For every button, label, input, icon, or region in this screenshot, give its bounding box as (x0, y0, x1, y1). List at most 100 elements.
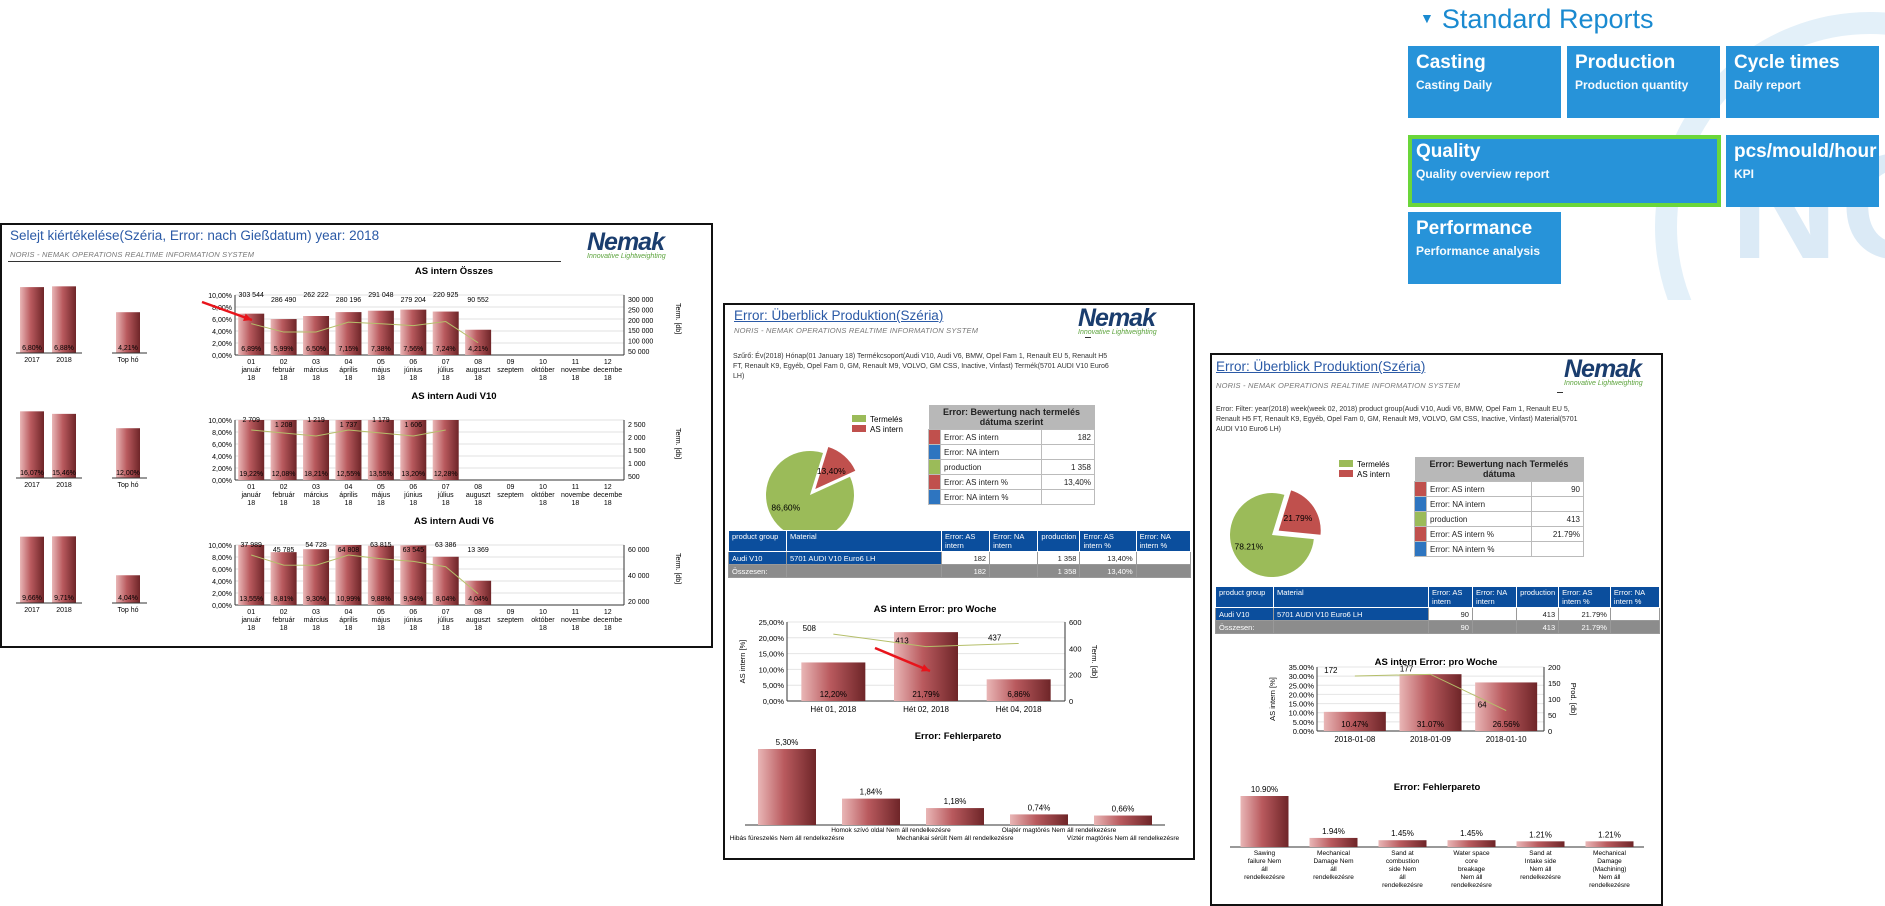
month-value-label: 12,08% (272, 471, 296, 478)
pareto-value-label: 0,66% (1112, 805, 1135, 814)
tile-pcs-mould-hour[interactable]: pcs/mould/hour KPI (1726, 135, 1879, 207)
tile-subtitle: KPI (1734, 167, 1755, 181)
week-category-label: Hét 01, 2018 (810, 705, 856, 714)
month-label: 18 (442, 500, 450, 507)
month-value-label: 4,04% (468, 596, 488, 603)
y-tick-label: 4,00% (212, 579, 232, 586)
tile-production[interactable]: Production Production quantity (1567, 46, 1720, 118)
month-label: 03 (312, 359, 320, 366)
month-label: 08 (474, 359, 482, 366)
month-label: 07 (442, 609, 450, 616)
summary-value-label: 16,07% (20, 470, 44, 477)
month-label: 18 (539, 500, 547, 507)
y-tick-label: 5.00% (1293, 718, 1315, 727)
month-label: szeptem (497, 617, 524, 624)
weekly-chart: AS intern Error: pro Woche 25,00% 20,00% 15… (738, 604, 1099, 714)
report-title[interactable]: Error: Überblick Produktion(Széria) (734, 308, 943, 323)
standard-reports-header[interactable]: ▼ Standard Reports (1420, 4, 1653, 35)
y2-tick-label: 200 (1548, 663, 1561, 672)
month-label: 08 (474, 484, 482, 491)
week-category-label: Hét 02, 2018 (903, 705, 949, 714)
month-label: decembe (593, 492, 622, 499)
month-label: novembe (561, 367, 590, 374)
breakdown-value: 21.79% (1531, 526, 1584, 542)
month-label: 18 (377, 375, 385, 382)
table-cell (1471, 620, 1518, 634)
breakdown-label: Error: NA intern (940, 444, 1042, 460)
breakdown-label: Error: AS intern (940, 429, 1042, 445)
pareto-bar (758, 749, 816, 825)
month-label: július (437, 617, 454, 624)
breakdown-value: 90 (1531, 481, 1584, 497)
logo-name: Nemak (587, 228, 665, 256)
month-value-label: 7,15% (339, 346, 359, 353)
month-value-label: 6,89% (241, 346, 261, 353)
summary-category-label: 2017 (24, 357, 40, 364)
y2-tick-label: 50 000 (628, 349, 650, 356)
tile-subtitle: Performance analysis (1416, 244, 1541, 258)
production-value-label: 63 545 (403, 547, 425, 554)
pareto-value-label: 1,18% (944, 797, 967, 806)
week-category-label: 2018-01-09 (1410, 735, 1451, 744)
y-tick-label: 15.00% (1289, 700, 1315, 709)
month-label: 18 (539, 625, 547, 632)
y-tick-label: 10,00% (208, 543, 232, 550)
y2-tick-label: 300 000 (628, 297, 653, 304)
color-swatch (1414, 511, 1427, 527)
y2-tick-label: 60 000 (628, 547, 650, 554)
month-label: 01 (247, 609, 255, 616)
table-row[interactable]: Audi V10 5701 AUDI V10 Euro6 LH 90 413 2… (1215, 607, 1661, 621)
pareto-category-label: Intake side (1525, 858, 1557, 865)
pareto-category-label: rendelkezésre (1451, 882, 1492, 889)
month-label: 18 (312, 375, 320, 382)
pareto-chart: Error: Fehlerpareto 10.90% Sawingfailure N… (1230, 782, 1644, 889)
month-value-label: 9,30% (306, 596, 326, 603)
month-label: 18 (345, 625, 353, 632)
month-label: 18 (604, 500, 612, 507)
color-swatch (928, 459, 941, 475)
pareto-category-label: Nem áll (1598, 874, 1621, 881)
month-value-label: 7,24% (436, 346, 456, 353)
y-tick-label: 2,00% (212, 591, 232, 598)
tile-casting[interactable]: Casting Casting Daily (1408, 46, 1561, 118)
breakdown-value (1531, 496, 1584, 512)
pareto-category-label: Homok szívó oldal Nem áll rendelkezésre (831, 827, 951, 834)
month-label: novembe (561, 617, 590, 624)
chart-title: AS intern Error: pro Woche (874, 604, 997, 615)
pareto-category-label: Víztér magtörés Nem áll rendelkezésre (1067, 835, 1180, 842)
y2-tick-label: 150 000 (628, 328, 653, 335)
pareto-category-label: áll (1261, 866, 1268, 873)
table-cell (989, 564, 1039, 578)
week-value-label: 6,86% (1007, 690, 1030, 699)
chart-title: AS intern Error: pro Woche (1375, 657, 1498, 668)
tile-quality[interactable]: Quality Quality overview report (1408, 135, 1721, 207)
tile-cycle-times[interactable]: Cycle times Daily report (1726, 46, 1879, 118)
week-category-label: Hét 04, 2018 (996, 705, 1042, 714)
table-cell: 413 (1516, 607, 1560, 621)
month-label: 05 (377, 609, 385, 616)
pie-label: 13,40% (817, 466, 846, 476)
table-row[interactable]: Audi V10 5701 AUDI V10 Euro6 LH 182 1 35… (728, 551, 1192, 565)
pareto-bar (1378, 840, 1427, 847)
report-title[interactable]: Error: Überblick Produktion(Széria) (1216, 359, 1425, 374)
month-label: március (304, 617, 329, 624)
pareto-category-label: Sand at (1391, 850, 1414, 857)
breakdown-value (1040, 489, 1096, 505)
col-header: Error: NA intern % (1135, 530, 1192, 552)
pareto-value-label: 5,30% (776, 738, 799, 747)
y2-tick-label: 200 (1069, 671, 1082, 680)
breakdown-value: 13,40% (1040, 474, 1096, 490)
production-value-label: 262 222 (303, 292, 328, 299)
y2-tick-label: 500 (628, 474, 640, 481)
y2-tick-label: 200 000 (628, 318, 653, 325)
filter-text: Error: Filter: year(2018) week(week 02, … (1216, 406, 1578, 433)
chart-title: AS intern Audi V6 (414, 516, 494, 527)
tile-title: Cycle times (1734, 52, 1840, 73)
y2-tick-label: 1 000 (628, 461, 646, 468)
pareto-category-label: Mechanical (1317, 850, 1350, 857)
table-cell: 1 358 (1037, 564, 1081, 578)
pareto-bar (926, 808, 984, 825)
summary-bar (20, 536, 44, 603)
pareto-category-label: Nem áll (1460, 874, 1483, 881)
tile-performance[interactable]: Performance Performance analysis (1408, 212, 1561, 284)
